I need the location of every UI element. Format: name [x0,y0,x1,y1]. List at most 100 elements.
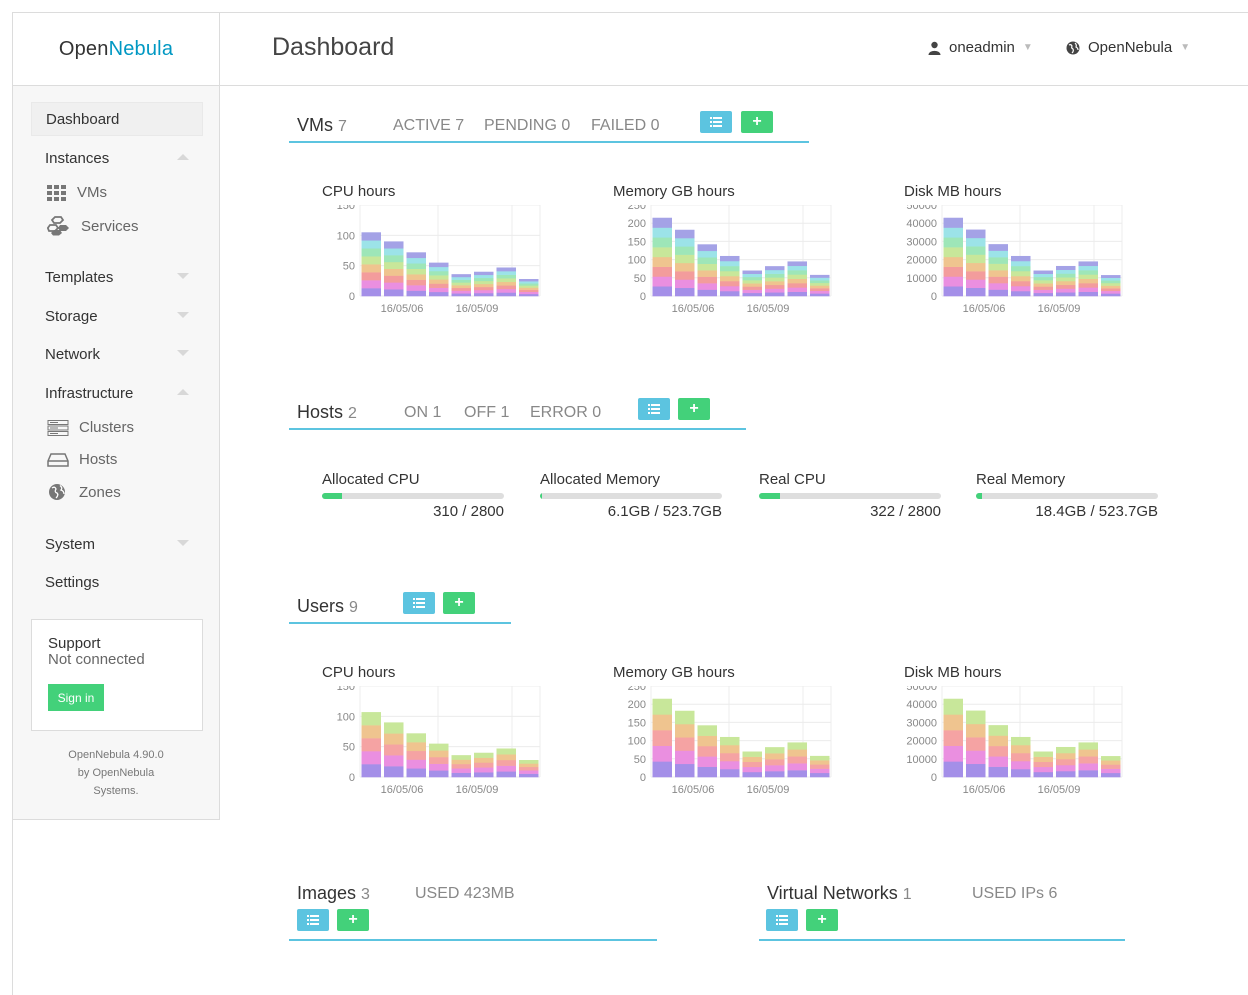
bar-segment [787,270,807,275]
hosts-error[interactable]: ERROR 0 [530,404,601,422]
bar-segment [675,763,695,778]
sidebar-item-dashboard[interactable]: Dashboard [31,102,203,136]
vnets-add-button[interactable]: + [806,909,838,931]
sidebar-item-instances[interactable]: Instances [31,141,203,175]
bar-segment [810,293,830,297]
sidebar-item-label: Storage [45,307,98,325]
vms-add-button[interactable]: + [741,111,773,133]
bar-segment [474,271,494,276]
vms-active[interactable]: ACTIVE 7 [393,117,464,135]
bar-segment [496,281,516,286]
sidebar-item-vms[interactable]: VMs [47,184,107,201]
meter-value: 310 / 2800 [433,503,504,520]
bar-segment [966,254,986,264]
sidebar-item-settings[interactable]: Settings [31,565,203,599]
bar-segment [943,266,963,277]
y-tick-label: 30000 [906,717,937,729]
bar-segment [988,270,1008,277]
users-title[interactable]: Users 9 [297,596,358,617]
bar-segment [1078,763,1098,771]
users-add-button[interactable]: + [443,592,475,614]
vm-cpu-chart: CPU hours 150 100 50 0 16/05/06 16/05/09 [312,183,552,333]
sidebar-item-zones[interactable]: Zones [47,483,121,501]
user-menu[interactable]: oneadmin ▼ [928,39,1033,56]
chart-svg: 50000 40000 30000 20000 10000 0 16/05/06 16/05/… [906,205,1123,315]
vms-failed[interactable]: FAILED 0 [591,117,659,135]
users-list-button[interactable] [403,592,435,614]
bar-segment [451,274,471,278]
user-name: oneadmin [949,39,1015,56]
bar-segment [384,289,404,297]
bar-segment [988,263,1008,271]
bar-segment [1011,736,1031,746]
sidebar-item-templates[interactable]: Templates [31,260,203,294]
sidebar-item-system[interactable]: System [31,527,203,561]
bar-segment [429,756,449,764]
bar-segment [361,264,381,273]
brand-part1: Open [58,37,109,60]
sign-in-button[interactable]: Sign in [48,684,104,711]
bar-segment [720,290,740,297]
hosts-on[interactable]: ON 1 [404,404,441,422]
bar-segment [384,248,404,256]
bar-segment [1078,756,1098,764]
bar-segment [810,282,830,286]
bar-segment [1101,756,1121,761]
bar-segment [675,750,695,765]
bar-segment [474,274,494,279]
hosts-title[interactable]: Hosts 2 [297,402,357,423]
y-tick-label: 0 [640,772,646,784]
bar-segment [496,771,516,778]
bar-segment [1101,288,1121,292]
vnets-title[interactable]: Virtual Networks 1 [767,883,912,904]
bar-segment [765,292,785,297]
vms-list-button[interactable] [700,111,732,133]
bar-segment [1078,278,1098,284]
version-line: OpenNebula 4.90.0 [68,749,164,761]
bar-segment [810,760,830,765]
images-count: 3 [361,886,370,903]
images-title[interactable]: Images 3 [297,883,370,904]
hosts-count: 2 [348,405,357,422]
bar-segment [384,744,404,756]
images-list-button[interactable] [297,909,329,931]
version-info: OpenNebula 4.90.0 by OpenNebula Systems. [31,746,201,800]
sidebar-item-label: Infrastructure [45,384,134,402]
bar-segment [1101,764,1121,769]
images-used[interactable]: USED 423MB [415,885,515,903]
bar-segment [519,773,539,778]
sidebar-item-hosts[interactable]: Hosts [47,451,117,468]
sidebar-item-network[interactable]: Network [31,337,203,371]
vnets-used[interactable]: USED IPs 6 [972,885,1057,903]
bar-segment [384,255,404,263]
y-tick-label: 0 [349,772,355,784]
support-title: Support [48,635,101,652]
hosts-off[interactable]: OFF 1 [464,404,509,422]
bar-segment [675,229,695,239]
bar-segment [406,750,426,760]
bar-segment [765,284,785,289]
sidebar-item-clusters[interactable]: Clusters [47,419,134,436]
zone-menu[interactable]: OpenNebula ▼ [1066,39,1190,56]
bar-segment [966,723,986,738]
vms-title[interactable]: VMs 7 [297,115,347,136]
bar-segment [720,752,740,762]
sidebar-item-services[interactable]: Services [47,216,139,236]
vms-pending[interactable]: PENDING 0 [484,117,570,135]
bar-segment [787,278,807,284]
bar-segment [406,285,426,291]
hosts-add-button[interactable]: + [678,398,710,420]
bar-segment [652,714,672,731]
hosts-list-button[interactable] [638,398,670,420]
sidebar-item-storage[interactable]: Storage [31,299,203,333]
bar-segment [451,755,471,760]
brand-logo[interactable]: Open Nebula [13,13,220,86]
vnets-list-button[interactable] [766,909,798,931]
bar-segment [765,771,785,778]
bar-segment [1033,283,1053,287]
bar-segment [519,289,539,293]
bar-segment [1056,770,1076,778]
sidebar-item-infrastructure[interactable]: Infrastructure [31,376,203,410]
images-add-button[interactable]: + [337,909,369,931]
vms-count: 7 [338,118,347,135]
